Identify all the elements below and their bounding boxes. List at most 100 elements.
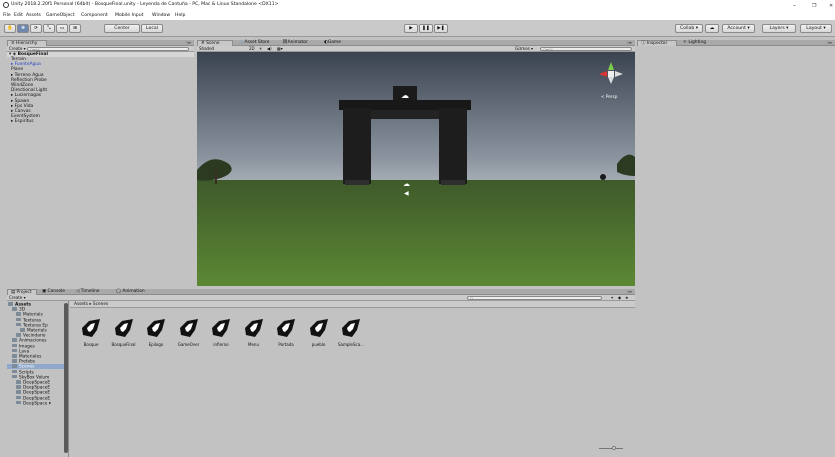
folder-icon bbox=[8, 302, 13, 306]
scene-asset[interactable]: Menu bbox=[240, 318, 268, 347]
scene-asset[interactable]: Epilogo bbox=[142, 318, 170, 347]
shading-mode-dropdown[interactable]: Shaded bbox=[199, 47, 214, 51]
tab-lighting[interactable]: ☼ Lighting bbox=[680, 40, 710, 46]
scene-asset[interactable]: Bosque bbox=[77, 318, 105, 347]
scene-asset-label: Bosque bbox=[83, 342, 99, 347]
collab-label: Collab ▾ bbox=[679, 26, 699, 31]
tab-inspector[interactable]: ⓘ Inspector bbox=[637, 40, 677, 46]
main-toolbar: ✋ ✥ ⟳ ⤡ ▭ ⊞ Center Local ▶ ❚❚ ▶❚ Collab … bbox=[0, 20, 835, 37]
scene-search-input[interactable]: Q▾All bbox=[540, 47, 632, 51]
scene-asset[interactable]: BosqueFinal bbox=[110, 318, 138, 347]
unity-scene-icon bbox=[110, 318, 138, 338]
hierarchy-item[interactable]: ▸ Espiritus bbox=[7, 119, 194, 124]
close-button[interactable]: ✕ bbox=[829, 3, 833, 9]
tab-animation-label: Animation bbox=[122, 289, 145, 294]
play-icon[interactable]: ▶ bbox=[404, 24, 418, 33]
maximize-button[interactable]: ❐ bbox=[812, 3, 816, 9]
scene-asset[interactable]: infierno bbox=[207, 318, 235, 347]
menu-gameobject[interactable]: GameObject bbox=[46, 13, 75, 18]
inspector-panel-menu-icon[interactable]: ⁝≡ bbox=[827, 40, 832, 45]
scene-asset[interactable]: SampleSca... bbox=[337, 318, 365, 347]
step-icon[interactable]: ▶❚ bbox=[434, 24, 448, 33]
scene-viewport[interactable]: ☁ ☁ ◀ < Persp bbox=[197, 52, 635, 286]
menu-help[interactable]: Help bbox=[175, 13, 185, 18]
filter-label-icon[interactable]: ◆ bbox=[618, 296, 621, 300]
project-panel-menu-icon[interactable]: ⁝≡ bbox=[627, 289, 632, 294]
project-panel: ▤ Project ▣ Console ◁ Timeline ◯ Animati… bbox=[7, 289, 635, 457]
hierarchy-item-label: Espiritus bbox=[14, 119, 34, 125]
zoom-slider-thumb[interactable] bbox=[612, 446, 616, 450]
menu-bar: File Edit Assets GameObject Component Mo… bbox=[0, 11, 835, 20]
account-button[interactable]: Account ▾ bbox=[722, 24, 755, 33]
menu-edit[interactable]: Edit bbox=[14, 13, 23, 18]
favorite-icon[interactable]: ★ bbox=[625, 296, 629, 300]
project-create-button[interactable]: Create ▾ bbox=[9, 296, 26, 300]
tab-animator-label: Animator bbox=[287, 40, 308, 45]
persp-label[interactable]: < Persp bbox=[601, 94, 617, 99]
menu-window[interactable]: Window bbox=[152, 13, 170, 18]
scene-asset-label: BosqueFinal bbox=[111, 342, 136, 347]
inspector-tabstrip: ⓘ Inspector ☼ Lighting ⁝≡ bbox=[637, 40, 835, 46]
lighting-toggle-icon[interactable]: ✳ bbox=[259, 47, 262, 51]
scene-asset[interactable]: GameOver bbox=[175, 318, 203, 347]
breadcrumb[interactable]: Assets ▸ Scenes bbox=[74, 302, 108, 307]
window-title: Unity 2018.2.20f1 Personal (64bit) - Bos… bbox=[11, 2, 279, 7]
tab-asset-store-label: Asset Store bbox=[244, 40, 270, 45]
scene-panel-menu-icon[interactable]: ⁝≡ bbox=[627, 40, 632, 45]
svg-text:◀: ◀ bbox=[404, 190, 409, 197]
tab-lighting-label: Lighting bbox=[688, 40, 707, 45]
pivot-local-button[interactable]: Local bbox=[141, 24, 163, 33]
hierarchy-search-input[interactable]: Q▾All bbox=[27, 47, 189, 51]
gizmos-dropdown[interactable]: Gizmos ▾ bbox=[515, 47, 533, 51]
account-label: Account ▾ bbox=[727, 26, 750, 31]
menu-assets[interactable]: Assets bbox=[26, 13, 41, 18]
scene-render: ☁ ☁ ◀ bbox=[197, 52, 635, 286]
unity-scene-icon bbox=[305, 318, 333, 338]
layout-label: Layout ▾ bbox=[806, 26, 826, 31]
pivot-local-label: Local bbox=[146, 26, 158, 31]
hierarchy-create-button[interactable]: Create ▾ bbox=[9, 47, 26, 51]
project-search-input[interactable]: Q bbox=[467, 296, 602, 300]
rotate-tool-icon[interactable]: ⟳ bbox=[30, 24, 42, 33]
layout-dropdown[interactable]: Layout ▾ bbox=[800, 24, 832, 33]
filter-type-icon[interactable]: ⌖ bbox=[611, 296, 613, 300]
scene-asset[interactable]: Portada bbox=[272, 318, 300, 347]
project-tree-scrollbar[interactable] bbox=[64, 303, 68, 453]
minimize-button[interactable]: – bbox=[793, 2, 796, 9]
project-tree-item[interactable]: DeepSpace ▾ bbox=[7, 400, 65, 407]
unity-scene-icon bbox=[272, 318, 300, 338]
cloud-icon[interactable]: ☁ bbox=[705, 24, 719, 33]
scene-asset-label: Portada bbox=[278, 342, 294, 347]
move-tool-icon[interactable]: ✥ bbox=[17, 24, 29, 33]
hand-tool-icon[interactable]: ✋ bbox=[4, 24, 16, 33]
scene-asset[interactable]: pueblo bbox=[305, 318, 333, 347]
transform-tool-icon[interactable]: ⊞ bbox=[69, 24, 81, 33]
tab-inspector-label: Inspector bbox=[646, 41, 668, 46]
folder-icon bbox=[16, 317, 21, 322]
rect-tool-icon[interactable]: ▭ bbox=[56, 24, 68, 33]
audio-toggle-icon[interactable]: ◀) bbox=[267, 47, 272, 51]
scene-asset-label: SampleSca... bbox=[337, 342, 364, 347]
scale-tool-icon[interactable]: ⤡ bbox=[43, 24, 55, 33]
mode-2d-toggle[interactable]: 2D bbox=[249, 47, 255, 51]
folder-icon bbox=[12, 338, 17, 342]
collab-button[interactable]: Collab ▾ bbox=[675, 24, 703, 33]
pause-icon[interactable]: ❚❚ bbox=[419, 24, 433, 33]
unity-scene-icon bbox=[240, 318, 268, 338]
project-tree-label: DeepSpace ▾ bbox=[23, 401, 51, 407]
panel-menu-icon[interactable]: ⁝≡ bbox=[186, 40, 191, 45]
tab-game-label: Game bbox=[327, 40, 341, 45]
layers-dropdown[interactable]: Layers ▾ bbox=[762, 24, 796, 33]
zoom-slider[interactable] bbox=[599, 446, 623, 450]
menu-mobile-input[interactable]: Mobile Input bbox=[115, 13, 143, 18]
pivot-center-button[interactable]: Center bbox=[104, 24, 140, 33]
svg-text:☁: ☁ bbox=[403, 180, 410, 188]
scene-asset-label: pueblo bbox=[311, 342, 326, 347]
scene-panel-header: # Scene 🛒Asset Store ⛓Animator ◐Game ⁝≡ … bbox=[197, 40, 635, 52]
menu-file[interactable]: File bbox=[3, 13, 11, 18]
menu-component[interactable]: Component bbox=[81, 13, 108, 18]
unity-scene-icon bbox=[337, 318, 365, 338]
folder-icon bbox=[12, 354, 17, 358]
effects-dropdown-icon[interactable]: ▩▾ bbox=[277, 47, 283, 51]
inspector-panel: ⓘ Inspector ☼ Lighting ⁝≡ bbox=[637, 40, 835, 457]
